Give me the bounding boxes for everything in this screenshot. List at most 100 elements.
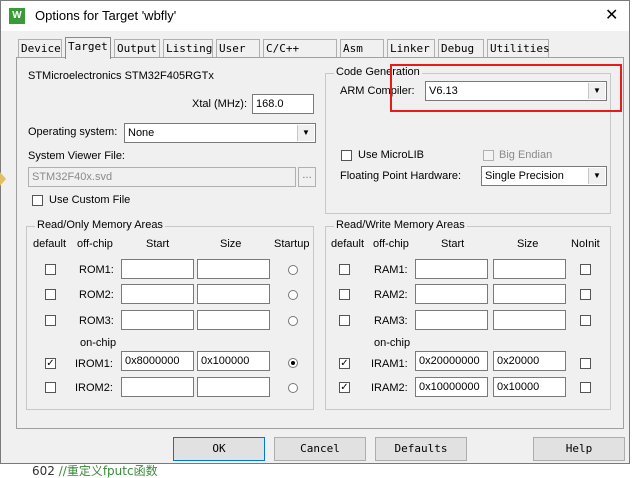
- rom2-startup-radio[interactable]: [288, 290, 298, 300]
- irom1-label: IROM1:: [75, 358, 113, 370]
- rw-memory-title: Read/Write Memory Areas: [334, 219, 467, 231]
- close-icon[interactable]: ✕: [605, 6, 618, 24]
- help-button[interactable]: Help: [533, 437, 625, 461]
- defaults-button[interactable]: Defaults: [375, 437, 467, 461]
- irom1-startup-radio[interactable]: [288, 358, 298, 368]
- irom2-default-checkbox[interactable]: [45, 382, 56, 393]
- rom1-start-input[interactable]: [121, 259, 194, 279]
- rom3-size-input[interactable]: [197, 310, 270, 330]
- ok-button[interactable]: OK: [173, 437, 265, 461]
- rw-header-size: Size: [517, 238, 539, 250]
- os-label: Operating system:: [28, 126, 118, 138]
- rom2-start-input[interactable]: [121, 284, 194, 304]
- ram3-size-input[interactable]: [493, 310, 566, 330]
- highlight-box: [390, 64, 622, 112]
- tab-output[interactable]: Output: [114, 39, 160, 57]
- ram1-size-input[interactable]: [493, 259, 566, 279]
- xtal-label: Xtal (MHz):: [192, 98, 247, 110]
- rw-header-noinit: NoInit: [571, 238, 600, 250]
- irom1-default-checkbox[interactable]: ✓: [45, 358, 56, 369]
- use-custom-file-label: Use Custom File: [49, 194, 131, 206]
- line-number: 602: [32, 464, 55, 478]
- iram1-size-input[interactable]: 0x20000: [493, 351, 566, 371]
- rom3-label: ROM3:: [79, 315, 114, 327]
- iram1-start-input[interactable]: 0x20000000: [415, 351, 488, 371]
- rw-onchip-label: on-chip: [374, 337, 411, 349]
- ram2-noinit-checkbox[interactable]: [580, 289, 591, 300]
- ram1-label: RAM1:: [374, 264, 408, 276]
- rom3-default-checkbox[interactable]: [45, 315, 56, 326]
- iram2-noinit-checkbox[interactable]: [580, 382, 591, 393]
- iram1-label: IRAM1:: [371, 358, 408, 370]
- rom1-label: ROM1:: [79, 264, 114, 276]
- rom2-label: ROM2:: [79, 289, 114, 301]
- rom1-size-input[interactable]: [197, 259, 270, 279]
- background-code-line: 602 //重定义fputc函数: [32, 464, 158, 478]
- irom2-label: IROM2:: [75, 382, 113, 394]
- ro-onchip-label: on-chip: [80, 337, 117, 349]
- os-select[interactable]: None ▼: [124, 123, 316, 143]
- device-name: STMicroelectronics STM32F405RGTx: [28, 70, 214, 82]
- ram1-start-input[interactable]: [415, 259, 488, 279]
- irom1-start-input[interactable]: 0x8000000: [121, 351, 194, 371]
- ro-header-default: default: [33, 238, 67, 250]
- xtal-input[interactable]: 168.0: [252, 94, 314, 114]
- big-endian-label: Big Endian: [499, 149, 553, 161]
- fpu-label: Floating Point Hardware:: [340, 170, 462, 182]
- tab-linker[interactable]: Linker: [387, 39, 435, 57]
- irom2-startup-radio[interactable]: [288, 383, 298, 393]
- iram1-noinit-checkbox[interactable]: [580, 358, 591, 369]
- irom2-size-input[interactable]: [197, 377, 270, 397]
- cancel-button[interactable]: Cancel: [274, 437, 366, 461]
- iram1-default-checkbox[interactable]: ✓: [339, 358, 350, 369]
- tab-listing[interactable]: Listing: [163, 39, 213, 57]
- tab-user[interactable]: User: [216, 39, 260, 57]
- ro-header-start: Start: [146, 238, 170, 250]
- tab-debug[interactable]: Debug: [438, 39, 484, 57]
- warning-marker-icon: [0, 172, 6, 186]
- ram3-start-input[interactable]: [415, 310, 488, 330]
- rom2-default-checkbox[interactable]: [45, 289, 56, 300]
- ram3-label: RAM3:: [374, 315, 408, 327]
- chevron-down-icon[interactable]: ▼: [588, 168, 605, 184]
- system-viewer-label: System Viewer File:: [28, 150, 125, 162]
- big-endian-checkbox[interactable]: [483, 150, 494, 161]
- window-title: Options for Target 'wbfly': [35, 8, 177, 23]
- iram2-default-checkbox[interactable]: ✓: [339, 382, 350, 393]
- iram2-label: IRAM2:: [371, 382, 408, 394]
- irom1-size-input[interactable]: 0x100000: [197, 351, 270, 371]
- tab-device[interactable]: Device: [18, 39, 62, 57]
- tab-utilities[interactable]: Utilities: [487, 39, 550, 57]
- rom2-size-input[interactable]: [197, 284, 270, 304]
- rom1-default-checkbox[interactable]: [45, 264, 56, 275]
- ram1-noinit-checkbox[interactable]: [580, 264, 591, 275]
- rw-header-offchip: off-chip: [373, 238, 409, 250]
- ram3-noinit-checkbox[interactable]: [580, 315, 591, 326]
- iram2-size-input[interactable]: 0x10000: [493, 377, 566, 397]
- ram2-start-input[interactable]: [415, 284, 488, 304]
- browse-button[interactable]: ...: [298, 167, 316, 187]
- ram3-default-checkbox[interactable]: [339, 315, 350, 326]
- ro-header-size: Size: [220, 238, 242, 250]
- rom1-startup-radio[interactable]: [288, 265, 298, 275]
- tab-target[interactable]: Target: [65, 37, 111, 59]
- iram2-start-input[interactable]: 0x10000000: [415, 377, 488, 397]
- ram1-default-checkbox[interactable]: [339, 264, 350, 275]
- tab-asm[interactable]: Asm: [340, 39, 384, 57]
- rom3-start-input[interactable]: [121, 310, 194, 330]
- use-microlib-label: Use MicroLIB: [358, 149, 425, 161]
- use-custom-file-checkbox[interactable]: [32, 195, 43, 206]
- rw-header-start: Start: [441, 238, 465, 250]
- ram2-label: RAM2:: [374, 289, 408, 301]
- fpu-select[interactable]: Single Precision ▼: [481, 166, 607, 186]
- title-bar: W Options for Target 'wbfly' ✕: [1, 1, 629, 31]
- ro-header-startup: Startup: [274, 238, 310, 250]
- rom3-startup-radio[interactable]: [288, 316, 298, 326]
- irom2-start-input[interactable]: [121, 377, 194, 397]
- ram2-default-checkbox[interactable]: [339, 289, 350, 300]
- ram2-size-input[interactable]: [493, 284, 566, 304]
- system-viewer-input[interactable]: STM32F40x.svd: [28, 167, 296, 187]
- tab-c-cpp[interactable]: C/C++ (AC6): [263, 39, 337, 73]
- use-microlib-checkbox[interactable]: [341, 150, 352, 161]
- chevron-down-icon[interactable]: ▼: [297, 125, 314, 141]
